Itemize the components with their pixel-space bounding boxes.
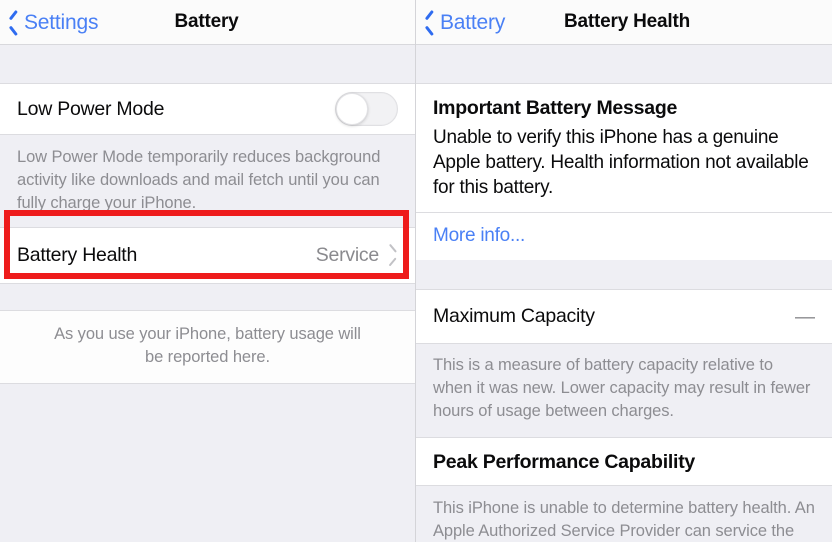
battery-usage-footnote: As you use your iPhone, battery usage wi… bbox=[0, 310, 415, 384]
maximum-capacity-row[interactable]: Maximum Capacity — bbox=[416, 290, 832, 343]
battery-health-status: Service bbox=[315, 244, 380, 266]
left-navbar: Settings Battery bbox=[0, 0, 415, 45]
maximum-capacity-value: — bbox=[795, 305, 815, 328]
low-power-mode-label: Low Power Mode bbox=[17, 97, 165, 120]
important-battery-message-body: Unable to verify this iPhone has a genui… bbox=[433, 127, 809, 198]
peak-performance-label: Peak Performance Capability bbox=[433, 451, 696, 473]
battery-health-value-group: Service bbox=[316, 244, 398, 267]
maximum-capacity-card: Maximum Capacity — bbox=[416, 289, 832, 344]
peak-performance-footnote: This iPhone is unable to determine batte… bbox=[416, 485, 832, 542]
important-battery-message-block: Important Battery Message Unable to veri… bbox=[416, 83, 832, 212]
more-info-link[interactable]: More info... bbox=[433, 225, 525, 246]
battery-health-label: Battery Health bbox=[17, 244, 138, 266]
battery-health-panel: Battery Battery Health Important Battery… bbox=[416, 0, 832, 542]
chevron-left-icon bbox=[8, 13, 19, 32]
screenshot-root: Settings Battery Low Power Mode Low Powe… bbox=[0, 0, 832, 542]
toggle-knob bbox=[336, 93, 368, 125]
low-power-mode-footnote: Low Power Mode temporarily reduces backg… bbox=[0, 135, 415, 227]
battery-health-card: Battery Health Service bbox=[0, 227, 415, 284]
back-to-battery-button[interactable]: Battery bbox=[416, 12, 505, 33]
peak-performance-row[interactable]: Peak Performance Capability bbox=[416, 437, 832, 485]
back-button-label: Battery bbox=[440, 10, 506, 34]
low-power-mode-card: Low Power Mode bbox=[0, 83, 415, 135]
left-top-gap bbox=[0, 45, 415, 83]
maximum-capacity-footnote: This is a measure of battery capacity re… bbox=[416, 344, 832, 437]
left-bottom-gap bbox=[0, 384, 415, 542]
more-info-row[interactable]: More info... bbox=[416, 212, 832, 260]
chevron-left-icon bbox=[424, 13, 435, 32]
right-mid-gap bbox=[416, 260, 832, 289]
battery-health-row[interactable]: Battery Health Service bbox=[0, 228, 415, 283]
left-mid-gap bbox=[0, 284, 415, 310]
right-navbar: Battery Battery Health bbox=[416, 0, 832, 45]
battery-settings-panel: Settings Battery Low Power Mode Low Powe… bbox=[0, 0, 416, 542]
peak-performance-footnote-text: This iPhone is unable to determine batte… bbox=[433, 499, 815, 540]
back-to-settings-button[interactable]: Settings bbox=[0, 12, 98, 33]
chevron-right-icon bbox=[388, 247, 398, 264]
important-battery-message-title: Important Battery Message bbox=[433, 97, 678, 119]
maximum-capacity-label: Maximum Capacity bbox=[433, 305, 595, 327]
low-power-mode-toggle[interactable] bbox=[335, 92, 398, 126]
low-power-mode-row[interactable]: Low Power Mode bbox=[0, 84, 415, 134]
back-button-label: Settings bbox=[24, 10, 99, 34]
right-top-gap bbox=[416, 45, 832, 83]
